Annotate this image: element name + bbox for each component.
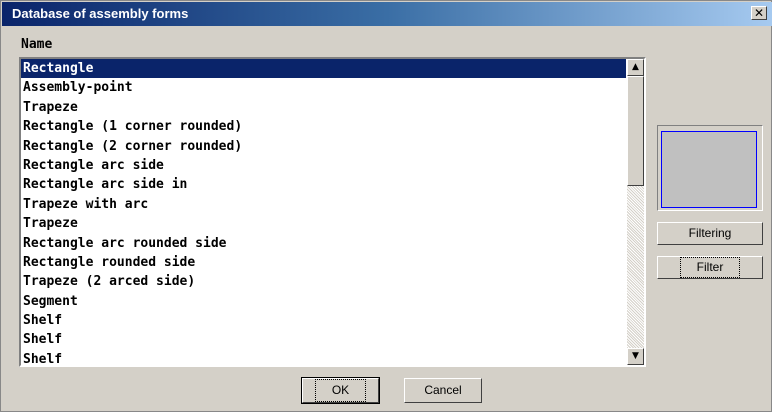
forms-list[interactable]: Rectangle Assembly-point Trapeze Rectang… (21, 59, 626, 365)
cancel-label: Cancel (424, 383, 462, 397)
scroll-thumb[interactable] (627, 76, 644, 186)
filtering-label: Filtering (688, 226, 732, 240)
arrow-down-icon: ▼ (632, 351, 639, 361)
close-icon: ✕ (753, 6, 765, 20)
ok-button[interactable]: OK (301, 377, 380, 404)
title-bar[interactable]: Database of assembly forms ✕ (2, 2, 772, 26)
list-item[interactable]: Rectangle arc rounded side (21, 234, 626, 253)
list-item[interactable]: Segment (21, 292, 626, 311)
list-item[interactable]: Assembly-point (21, 78, 626, 97)
filter-label: Filter (679, 257, 741, 278)
list-item[interactable]: Shelf (21, 330, 626, 349)
list-item[interactable]: Trapeze (21, 98, 626, 117)
list-item[interactable]: Rectangle arc side (21, 156, 626, 175)
list-item[interactable]: Rectangle (1 corner rounded) (21, 117, 626, 136)
preview-shape (661, 131, 757, 208)
list-item[interactable]: Rectangle arc side in (21, 175, 626, 194)
list-item[interactable]: Shelf (21, 350, 626, 365)
filtering-button[interactable]: Filtering (657, 222, 763, 245)
list-item[interactable]: Shelf (21, 311, 626, 330)
cancel-button[interactable]: Cancel (404, 378, 482, 403)
list-item[interactable]: Rectangle (2 corner rounded) (21, 137, 626, 156)
vertical-scrollbar[interactable]: ▲ ▼ (627, 59, 644, 365)
arrow-up-icon: ▲ (632, 62, 639, 72)
close-button[interactable]: ✕ (751, 6, 767, 20)
scroll-down-button[interactable]: ▼ (627, 348, 644, 365)
assembly-forms-dialog: Database of assembly forms ✕ Name Rectan… (0, 0, 772, 412)
list-item[interactable]: Trapeze (21, 214, 626, 233)
form-preview (657, 125, 763, 211)
scroll-up-button[interactable]: ▲ (627, 59, 644, 76)
filter-button[interactable]: Filter (657, 256, 763, 279)
window-title: Database of assembly forms (12, 6, 189, 21)
list-item[interactable]: Trapeze (2 arced side) (21, 272, 626, 291)
list-item[interactable]: Trapeze with arc (21, 195, 626, 214)
forms-listbox[interactable]: Rectangle Assembly-point Trapeze Rectang… (19, 57, 646, 367)
list-item[interactable]: Rectangle rounded side (21, 253, 626, 272)
list-item[interactable]: Rectangle (21, 59, 626, 79)
name-column-label: Name (21, 37, 53, 52)
ok-label: OK (314, 379, 367, 402)
